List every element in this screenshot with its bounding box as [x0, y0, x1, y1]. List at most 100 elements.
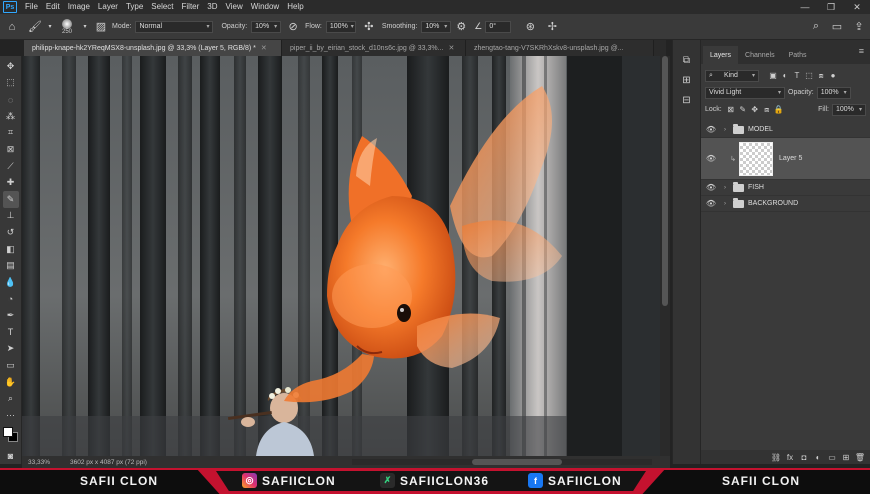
mode-select[interactable]: Normal ▾	[135, 20, 214, 33]
path-select-tool-icon[interactable]: ➤	[3, 341, 19, 358]
healing-brush-tool-icon[interactable]: ✚	[3, 174, 19, 191]
zoom-tool-icon[interactable]: ⌕	[3, 391, 19, 408]
menu-type[interactable]: Type	[122, 0, 147, 14]
menu-help[interactable]: Help	[283, 0, 307, 14]
crop-tool-icon[interactable]: ⌗	[3, 125, 19, 142]
vertical-scrollbar[interactable]	[660, 56, 670, 456]
brush-tool-icon[interactable]: ✎	[2, 191, 19, 208]
airbrush-icon[interactable]: ✣	[356, 20, 382, 33]
layer-opacity-input[interactable]: 100% ▾	[816, 86, 851, 99]
filter-shape-icon[interactable]: ⬚	[803, 71, 815, 80]
share-icon[interactable]: ⇪	[848, 20, 870, 33]
symmetry-icon[interactable]: ✢	[541, 20, 563, 33]
close-icon[interactable]: ✕	[261, 44, 267, 52]
close-icon[interactable]: ✕	[448, 44, 454, 52]
document-tab[interactable]: piper_ii_by_eirian_stock_d10ns6c.jpg @ 3…	[282, 40, 466, 56]
libraries-icon[interactable]: ⧉	[683, 50, 690, 70]
lock-position-icon[interactable]: ✥	[749, 105, 761, 114]
foreground-color-swatch[interactable]	[2, 426, 13, 437]
new-layer-icon[interactable]: ⊞	[839, 453, 853, 462]
lock-all-icon[interactable]: 🔒	[773, 105, 785, 114]
chevron-right-icon[interactable]: ›	[721, 201, 729, 207]
pressure-opacity-icon[interactable]: ⊘	[281, 20, 305, 33]
rectangle-tool-icon[interactable]: ▭	[3, 357, 19, 374]
filter-toggle-icon[interactable]: ●	[827, 71, 839, 80]
eye-icon[interactable]: 👁	[701, 199, 721, 208]
filter-adjustment-icon[interactable]: ◐	[779, 71, 791, 80]
layer-row-model[interactable]: 👁 › MODEL	[701, 122, 870, 138]
layer-kind-filter[interactable]: ⌕ Kind ▾	[705, 69, 759, 82]
menu-image[interactable]: Image	[64, 0, 94, 14]
link-layers-icon[interactable]: ⛓	[769, 453, 783, 462]
hand-tool-icon[interactable]: ✋	[3, 374, 19, 391]
quick-mask-icon[interactable]: ◙	[3, 448, 19, 465]
horizontal-scrollbar-thumb[interactable]	[472, 459, 562, 465]
minimize-icon[interactable]: —	[792, 0, 818, 14]
layer-row-layer-5[interactable]: 👁 ↳ Layer 5	[701, 138, 870, 180]
chevron-right-icon[interactable]: ›	[721, 127, 729, 133]
move-tool-icon[interactable]: ✥	[3, 58, 19, 75]
blend-mode-select[interactable]: Vivid Light ▾	[705, 86, 785, 99]
filter-smart-object-icon[interactable]: ⧈	[815, 71, 827, 81]
horizontal-scrollbar[interactable]	[352, 459, 652, 465]
opacity-input[interactable]: 10% ▾	[251, 20, 282, 33]
canvas-area[interactable]	[22, 56, 670, 456]
document-canvas[interactable]	[22, 56, 670, 456]
clone-stamp-tool-icon[interactable]: ⊥	[3, 208, 19, 225]
gear-icon[interactable]: ⚙	[451, 20, 471, 33]
document-tab[interactable]: zhengtao-tang-V7SKRhXskv8-unsplash.jpg @…	[466, 40, 654, 56]
adjustment-layer-icon[interactable]: ◐	[811, 453, 825, 462]
marquee-tool-icon[interactable]: ⬚	[3, 75, 19, 92]
chevron-right-icon[interactable]: ›	[721, 185, 729, 191]
properties-icon[interactable]: ⊟	[682, 90, 690, 110]
filter-type-icon[interactable]: T	[791, 71, 803, 80]
menu-window[interactable]: Window	[247, 0, 283, 14]
layer-thumbnail[interactable]	[739, 141, 773, 176]
gradient-tool-icon[interactable]: ▤	[3, 258, 19, 275]
add-mask-icon[interactable]: ◘	[797, 453, 811, 462]
menu-select[interactable]: Select	[147, 0, 177, 14]
chevron-down-icon[interactable]: ▾	[80, 23, 90, 30]
menu-view[interactable]: View	[222, 0, 247, 14]
close-icon[interactable]: ✕	[844, 0, 870, 14]
eye-icon[interactable]: 👁	[701, 154, 721, 163]
menu-filter[interactable]: Filter	[178, 0, 204, 14]
tab-channels[interactable]: Channels	[738, 46, 782, 64]
quick-select-tool-icon[interactable]: ⁂	[3, 108, 19, 125]
layer-style-icon[interactable]: fx	[783, 453, 797, 462]
menu-3d[interactable]: 3D	[203, 0, 221, 14]
trash-icon[interactable]: 🗑	[853, 453, 867, 462]
blur-tool-icon[interactable]: 💧	[3, 274, 19, 291]
menu-file[interactable]: File	[21, 0, 42, 14]
eraser-tool-icon[interactable]: ◧	[3, 241, 19, 258]
filter-pixel-icon[interactable]: ▣	[767, 71, 779, 80]
new-group-icon[interactable]: ▭	[825, 453, 839, 462]
home-icon[interactable]: ⌂	[0, 21, 24, 33]
menu-layer[interactable]: Layer	[94, 0, 122, 14]
lock-transparent-icon[interactable]: ⊠	[725, 105, 737, 114]
eye-icon[interactable]: 👁	[701, 125, 721, 134]
brush-preset-picker[interactable]: 250	[54, 15, 80, 39]
lock-pixels-icon[interactable]: ✎	[737, 105, 749, 114]
tab-layers[interactable]: Layers	[703, 46, 739, 64]
type-tool-icon[interactable]: T	[3, 324, 19, 341]
menu-edit[interactable]: Edit	[42, 0, 64, 14]
dodge-tool-icon[interactable]: ◔	[3, 291, 19, 308]
tab-paths[interactable]: Paths	[782, 46, 814, 64]
eyedropper-tool-icon[interactable]: ⟋	[3, 158, 19, 175]
zoom-level[interactable]: 33,33%	[22, 459, 62, 466]
brush-settings-panel-icon[interactable]: ▨	[90, 20, 112, 33]
more-tools-icon[interactable]: ···	[3, 407, 19, 424]
panel-menu-icon[interactable]: ≡	[859, 46, 864, 56]
pressure-size-icon[interactable]: ⊛	[519, 20, 541, 33]
document-tab-active[interactable]: philipp-knape-hk2YReqMSX8-unsplash.jpg @…	[24, 40, 282, 56]
layer-row-fish[interactable]: 👁 › FISH	[701, 180, 870, 196]
frame-tool-icon[interactable]: ⊠	[3, 141, 19, 158]
fill-input[interactable]: 100% ▾	[832, 103, 866, 116]
lasso-tool-icon[interactable]: ◌	[3, 91, 19, 108]
history-brush-tool-icon[interactable]: ↺	[3, 224, 19, 241]
lock-artboard-icon[interactable]: ⧈	[761, 105, 773, 115]
search-icon[interactable]: ⌕	[806, 20, 826, 33]
adjustments-icon[interactable]: ⊞	[682, 70, 690, 90]
eye-icon[interactable]: 👁	[701, 183, 721, 192]
